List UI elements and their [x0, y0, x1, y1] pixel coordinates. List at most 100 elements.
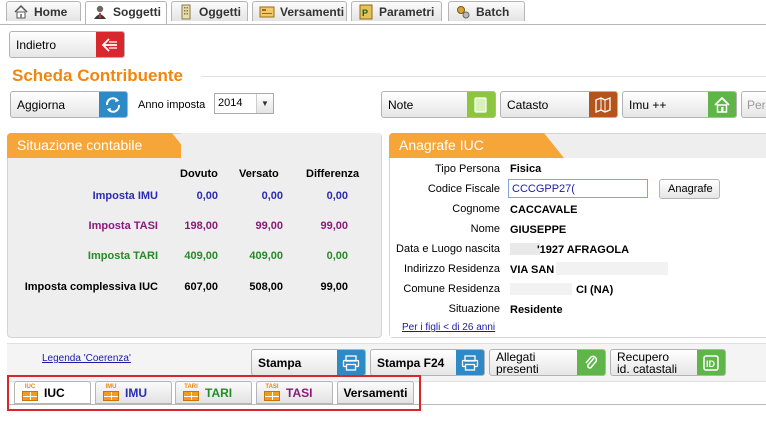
tari-differenza: 0,00 [326, 250, 348, 262]
iuc-versato: 508,00 [249, 281, 283, 293]
allegati-label: Allegati presenti [496, 350, 539, 375]
refresh-icon [99, 92, 127, 117]
imu-versato: 0,00 [261, 190, 283, 202]
imu-dovuto: 0,00 [196, 190, 218, 202]
label-data-luogo-nascita: Data e Luogo nascita [396, 243, 500, 255]
anagrafe-button[interactable]: Anagrafe [659, 179, 720, 199]
anagrafe-iuc-title: Anagrafe IUC [389, 133, 544, 158]
catasto-button[interactable]: Catasto [500, 91, 618, 118]
refresh-button-label: Aggiorna [17, 97, 66, 112]
tasi-differenza: 99,00 [320, 220, 348, 232]
id-card-icon: ID [697, 350, 725, 375]
printer-icon [337, 350, 365, 375]
user-icon [92, 4, 108, 20]
note-icon [467, 92, 495, 117]
year-select[interactable]: 2014 ▼ [214, 93, 274, 114]
recupero-label-line1: Recupero [617, 349, 670, 364]
value-data-luogo-nascita: '1927 AFRAGOLA [537, 244, 630, 256]
imu-differenza: 0,00 [326, 190, 348, 202]
row-label-imu: Imposta IMU [92, 190, 158, 202]
label-nome: Nome [470, 223, 500, 235]
tari-dovuto: 409,00 [184, 250, 218, 262]
value-cognome: CACCAVALE [510, 204, 578, 216]
paperclip-icon [577, 350, 605, 375]
printer-f24-icon [456, 350, 484, 375]
tab-oggetti[interactable]: Oggetti [171, 1, 248, 21]
recupero-label-line2: id. catastali [617, 361, 678, 376]
label-cognome: Cognome [452, 203, 500, 215]
per-button-label: Per [747, 97, 766, 112]
value-tipo-persona: Fisica [510, 163, 542, 175]
codice-fiscale-field[interactable]: CCCGPP27( [508, 179, 648, 198]
label-codice-fiscale: Codice Fiscale [427, 183, 500, 195]
imu-plus-button[interactable]: Imu ++ [622, 91, 737, 118]
year-select-value: 2014 [218, 97, 243, 109]
catasto-button-label: Catasto [507, 97, 549, 112]
iuc-dovuto: 607,00 [184, 281, 218, 293]
title-divider [201, 76, 766, 77]
col-header-dovuto: Dovuto [180, 168, 218, 180]
redacted-date [510, 243, 540, 255]
tasi-dovuto: 198,00 [184, 220, 218, 232]
home-green-icon [708, 92, 736, 117]
row-label-iuc-total: Imposta complessiva IUC [24, 281, 158, 293]
allegati-presenti-button[interactable]: Allegati presenti [489, 349, 606, 376]
situazione-contabile-title: Situazione contabile [7, 133, 172, 158]
year-label: Anno imposta [138, 99, 206, 111]
anagrafe-tab-tail [544, 133, 564, 158]
stampa-button-label: Stampa [258, 355, 302, 370]
note-button-label: Note [388, 97, 414, 112]
row-label-tari: Imposta TARI [87, 250, 158, 262]
note-button[interactable]: Note [381, 91, 496, 118]
payments-icon [259, 4, 275, 20]
row-label-tasi: Imposta TASI [88, 220, 158, 232]
iuc-differenza: 99,00 [320, 281, 348, 293]
refresh-button[interactable]: Aggiorna [10, 91, 128, 118]
svg-text:P: P [362, 8, 368, 18]
situazione-header-fill [181, 133, 381, 158]
redacted-address [556, 262, 668, 275]
back-button[interactable]: Indietro [9, 31, 125, 58]
value-nome: GIUSEPPE [510, 224, 567, 236]
col-header-versato: Versato [239, 168, 279, 180]
page-title: Scheda Contribuente [12, 66, 183, 85]
redacted-comune [510, 283, 572, 295]
allegati-label-line2: presenti [496, 361, 539, 376]
tab-versamenti[interactable]: Versamenti [252, 1, 347, 21]
legenda-link[interactable]: Legenda 'Coerenza' [42, 353, 131, 364]
allegati-label-line1: Allegati [496, 349, 536, 364]
col-header-differenza: Differenza [306, 168, 360, 180]
situazione-contabile-panel [7, 133, 382, 338]
back-arrow-icon [96, 32, 124, 57]
stampa-button[interactable]: Stampa [251, 349, 366, 376]
home-icon [13, 4, 29, 20]
label-comune-residenza: Comune Residenza [403, 283, 500, 295]
imu-plus-button-label: Imu ++ [629, 97, 667, 112]
label-situazione: Situazione [448, 303, 500, 315]
anagrafe-button-label: Anagrafe [668, 183, 713, 195]
batch-icon [455, 4, 471, 20]
value-indirizzo-residenza: VIA SAN [510, 264, 555, 276]
per-button[interactable]: Per [741, 91, 766, 118]
back-button-label: Indietro [16, 37, 57, 52]
tab-batch[interactable]: Batch [448, 1, 525, 21]
label-tipo-persona: Tipo Persona [434, 163, 500, 175]
chevron-down-icon: ▼ [256, 94, 273, 113]
tari-versato: 409,00 [249, 250, 283, 262]
recupero-id-catastali-button[interactable]: Recupero id. catastali ID [610, 349, 726, 376]
recupero-label: Recupero id. catastali [617, 350, 677, 375]
tab-soggetti[interactable]: Soggetti [85, 1, 167, 24]
stampa-f24-button[interactable]: Stampa F24 [370, 349, 485, 376]
codice-fiscale-value: CCCGPP27( [512, 183, 575, 195]
highlight-box [7, 375, 421, 411]
value-comune-residenza: CI (NA) [576, 284, 614, 296]
map-icon [589, 92, 617, 117]
parameters-icon: P [358, 4, 374, 20]
value-situazione: Residente [510, 304, 563, 316]
figli-link[interactable]: Per i figli < di 26 anni [402, 322, 495, 333]
tasi-versato: 99,00 [255, 220, 283, 232]
label-indirizzo-residenza: Indirizzo Residenza [404, 263, 500, 275]
tab-parametri[interactable]: P Parametri [351, 1, 442, 21]
building-icon [178, 4, 194, 20]
tab-home[interactable]: Home [6, 1, 81, 21]
